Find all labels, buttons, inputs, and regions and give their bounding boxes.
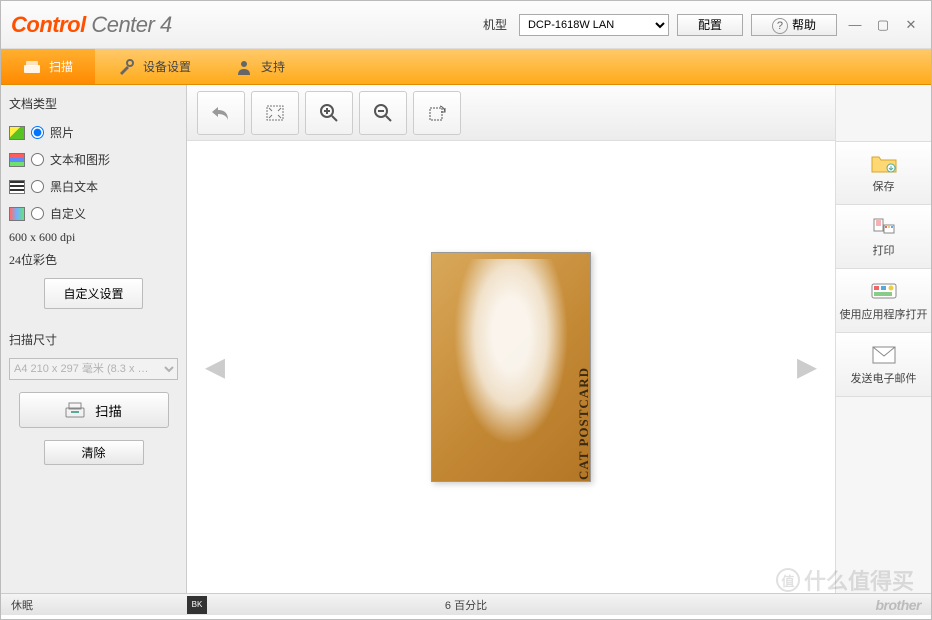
tab-device-settings[interactable]: 设备设置 bbox=[95, 49, 213, 84]
option-text-graphics-radio[interactable] bbox=[31, 153, 44, 166]
logo-main: Control bbox=[11, 12, 86, 37]
text-graphics-icon bbox=[9, 153, 25, 167]
tab-support[interactable]: 支持 bbox=[213, 49, 307, 84]
watermark-badge: 值 bbox=[776, 568, 800, 592]
watermark: 值 什么值得买 bbox=[776, 564, 914, 596]
option-bw-text[interactable]: 黑白文本 bbox=[9, 176, 178, 197]
print-button[interactable]: 打印 bbox=[836, 205, 931, 269]
fit-screen-icon bbox=[265, 104, 285, 122]
zoom-out-button[interactable] bbox=[359, 91, 407, 135]
postcard-caption: CAT POSTCARD bbox=[576, 367, 591, 480]
config-button[interactable]: 配置 bbox=[677, 14, 743, 36]
app-logo: Control Center 4 bbox=[11, 12, 172, 38]
option-custom-radio[interactable] bbox=[31, 207, 44, 220]
scanned-image[interactable]: CAT POSTCARD bbox=[431, 252, 591, 482]
undo-button[interactable] bbox=[197, 91, 245, 135]
status-bar: 休眠 BK 6 百分比 brother bbox=[1, 593, 931, 615]
model-label: 机型 bbox=[483, 16, 507, 33]
scan-button[interactable]: 扫描 bbox=[19, 392, 169, 428]
bw-text-icon bbox=[9, 180, 25, 194]
help-button[interactable]: ?帮助 bbox=[751, 14, 837, 36]
preview-toolbar bbox=[187, 85, 835, 141]
save-button[interactable]: 保存 bbox=[836, 141, 931, 205]
ink-level-icon[interactable]: BK bbox=[187, 596, 207, 614]
color-depth-info: 24位彩色 bbox=[9, 251, 178, 268]
tab-scan-label: 扫描 bbox=[49, 58, 73, 75]
next-page-arrow[interactable]: ▶ bbox=[797, 352, 817, 383]
option-photo[interactable]: 照片 bbox=[9, 122, 178, 143]
option-text-graphics[interactable]: 文本和图形 bbox=[9, 149, 178, 170]
close-button[interactable]: ✕ bbox=[901, 16, 921, 34]
zoom-in-icon bbox=[319, 103, 339, 123]
photo-icon bbox=[9, 126, 25, 140]
minimize-button[interactable]: — bbox=[845, 16, 865, 34]
zoom-out-icon bbox=[373, 103, 393, 123]
watermark-text: 什么值得买 bbox=[804, 564, 914, 596]
document-type-title: 文档类型 bbox=[9, 93, 178, 116]
brand-logo: brother bbox=[876, 597, 922, 613]
status-zoom: 6 百分比 bbox=[445, 597, 487, 613]
tab-device-label: 设备设置 bbox=[143, 58, 191, 75]
scan-size-title: 扫描尺寸 bbox=[9, 329, 178, 352]
model-select[interactable]: DCP-1618W LAN bbox=[519, 14, 669, 36]
tab-scan[interactable]: 扫描 bbox=[1, 49, 95, 84]
undo-icon bbox=[210, 104, 232, 122]
fit-screen-button[interactable] bbox=[251, 91, 299, 135]
tools-icon bbox=[117, 58, 135, 76]
resolution-info: 600 x 600 dpi bbox=[9, 230, 178, 245]
person-icon bbox=[235, 58, 253, 76]
scan-device-icon bbox=[65, 401, 85, 419]
preview-canvas: ◀ CAT POSTCARD ▶ bbox=[187, 141, 835, 593]
maximize-button[interactable]: ▢ bbox=[873, 16, 893, 34]
send-email-button[interactable]: 发送电子邮件 bbox=[836, 333, 931, 397]
preview-panel: ◀ CAT POSTCARD ▶ bbox=[187, 85, 835, 593]
rotate-icon bbox=[427, 103, 447, 123]
tab-support-label: 支持 bbox=[261, 58, 285, 75]
custom-settings-button[interactable]: 自定义设置 bbox=[44, 278, 142, 309]
logo-sub: Center 4 bbox=[91, 12, 171, 37]
help-icon: ? bbox=[772, 18, 788, 34]
open-app-icon bbox=[871, 280, 897, 302]
envelope-icon bbox=[871, 344, 897, 366]
rotate-button[interactable] bbox=[413, 91, 461, 135]
option-photo-radio[interactable] bbox=[31, 126, 44, 139]
zoom-in-button[interactable] bbox=[305, 91, 353, 135]
option-custom[interactable]: 自定义 bbox=[9, 203, 178, 224]
prev-page-arrow[interactable]: ◀ bbox=[205, 352, 225, 383]
main-tabs: 扫描 设备设置 支持 bbox=[1, 49, 931, 85]
title-bar: Control Center 4 机型 DCP-1618W LAN 配置 ?帮助… bbox=[1, 1, 931, 49]
left-sidebar: 文档类型 照片 文本和图形 黑白文本 自定义 600 x 600 dpi 24位… bbox=[1, 85, 187, 593]
print-icon bbox=[871, 216, 897, 238]
folder-save-icon bbox=[871, 152, 897, 174]
scanner-icon bbox=[23, 58, 41, 76]
scan-size-select[interactable]: A4 210 x 297 毫米 (8.3 x … bbox=[9, 358, 178, 380]
status-mode: 休眠 bbox=[1, 597, 43, 613]
option-bw-text-radio[interactable] bbox=[31, 180, 44, 193]
clear-button[interactable]: 清除 bbox=[44, 440, 144, 465]
custom-icon bbox=[9, 207, 25, 221]
main-area: 文档类型 照片 文本和图形 黑白文本 自定义 600 x 600 dpi 24位… bbox=[1, 85, 931, 593]
right-action-bar: 保存 打印 使用应用程序打开 发送电子邮件 bbox=[835, 85, 931, 593]
open-with-app-button[interactable]: 使用应用程序打开 bbox=[836, 269, 931, 333]
